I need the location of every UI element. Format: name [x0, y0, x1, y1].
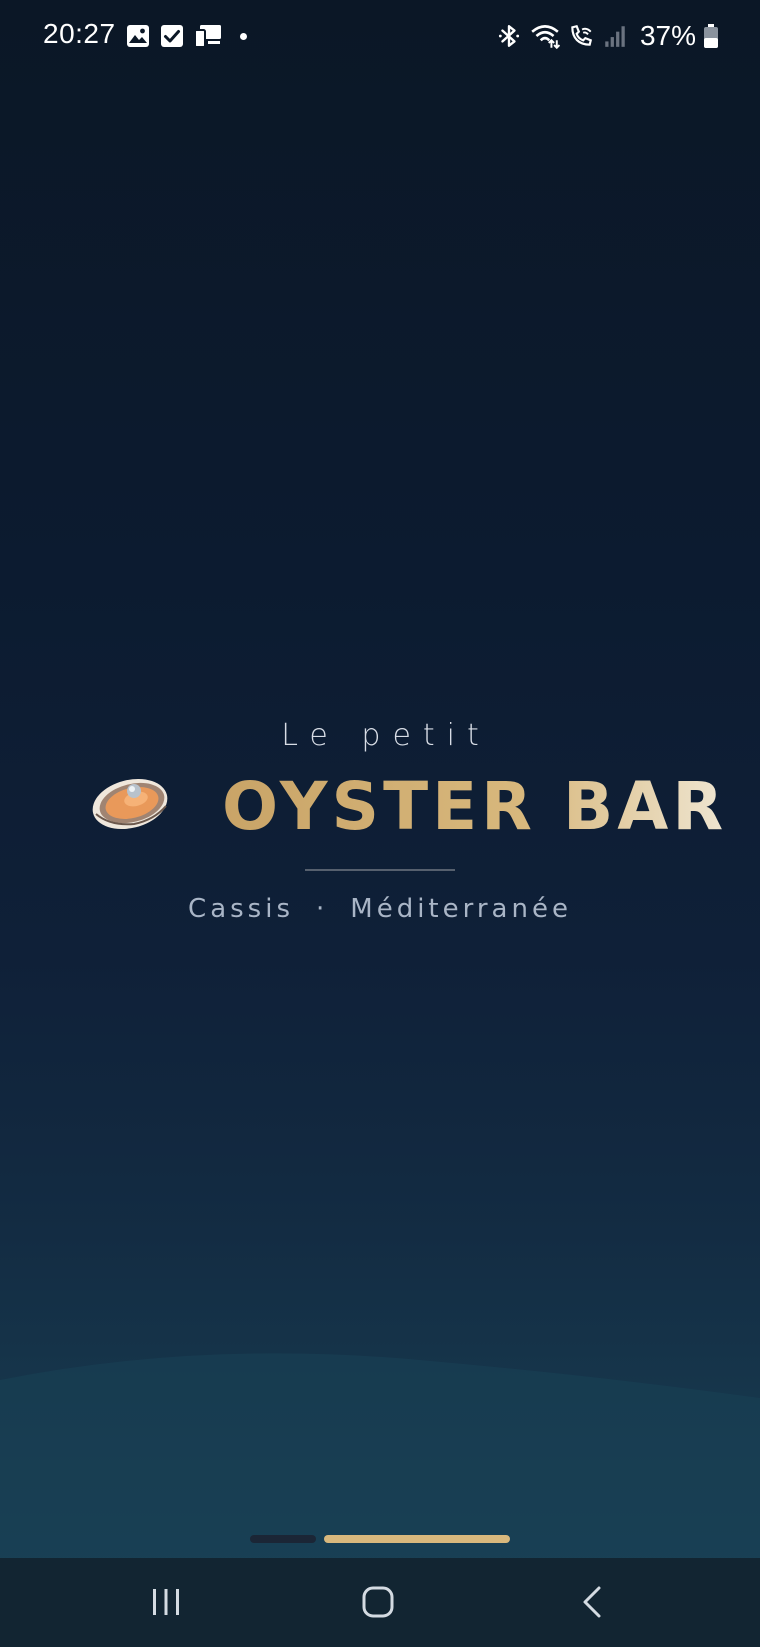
status-system-icons: 37% [496, 20, 718, 52]
gallery-icon [127, 25, 149, 47]
logo-divider [305, 869, 455, 871]
tagline-location: Cassis [188, 894, 294, 924]
system-nav-bar [0, 1558, 760, 1647]
wifi-icon [531, 25, 560, 49]
recents-button[interactable] [126, 1572, 206, 1632]
signal-icon [605, 26, 625, 47]
status-notification-icons [126, 24, 247, 48]
wave-decoration [0, 1353, 760, 1560]
tagline-separator: · [316, 894, 329, 924]
home-button[interactable] [338, 1572, 418, 1632]
status-time: 20:27 [43, 18, 116, 49]
oyster-icon [92, 778, 168, 830]
logo-subtitle: Le petit [281, 718, 491, 753]
page-indicator [250, 1535, 510, 1543]
home-icon [362, 1586, 394, 1618]
cast-icon [194, 25, 221, 48]
battery-percent: 37% [639, 20, 696, 51]
checkbox-icon [161, 25, 183, 47]
logo-title: OYSTER BAR [222, 768, 728, 845]
recents-icon [153, 1589, 179, 1615]
bluetooth-icon [498, 25, 520, 47]
back-button[interactable] [552, 1572, 632, 1632]
dot-icon [240, 32, 247, 40]
logo-tagline: Cassis · Méditerranée [0, 894, 760, 924]
battery-icon [704, 24, 718, 48]
page-indicator-dot-active[interactable] [324, 1535, 510, 1543]
page-indicator-dot[interactable] [250, 1535, 316, 1543]
back-icon [583, 1586, 601, 1618]
wifi-calling-icon [571, 24, 592, 46]
logo: OYSTER BAR [90, 770, 723, 850]
tagline-region: Méditerranée [350, 894, 572, 924]
splash-screen: 20:27 37% Le petit OYSTER BAR Cassis · M… [0, 0, 760, 1647]
status-bar: 20:27 37% [0, 0, 760, 72]
